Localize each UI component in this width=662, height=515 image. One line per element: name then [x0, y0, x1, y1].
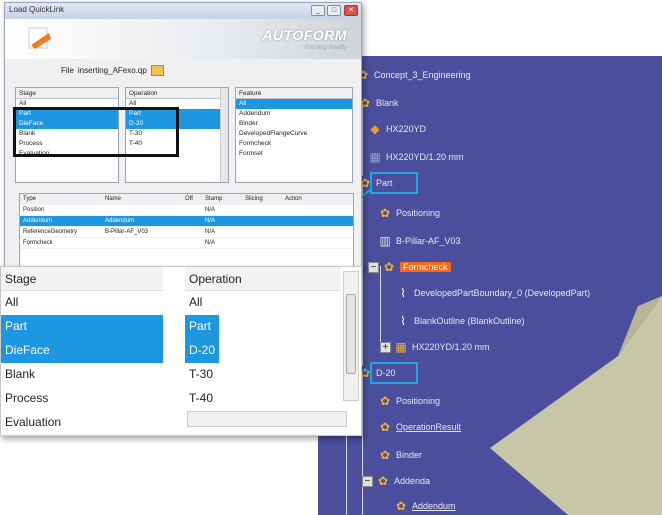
table-cell: Formcheck [23, 240, 53, 246]
list-item[interactable]: Process [1, 387, 163, 411]
list-item[interactable]: DieFace [1, 339, 163, 363]
scrollbar[interactable] [220, 88, 228, 182]
title-bar: Load QuickLink _ □ ✕ [5, 3, 361, 19]
features-table[interactable]: Type Name Off Stamp Slicing Action Posit… [19, 193, 354, 267]
column-header: Off [185, 196, 193, 202]
table-cell: N/A [205, 229, 216, 235]
table-cell: B-Pillar-AF_V03 [105, 229, 149, 235]
list-item[interactable]: Part [185, 315, 219, 339]
column-header: Name [105, 196, 122, 202]
table-cell: Position [23, 207, 45, 213]
file-row: File inserting_AFexo.qp [61, 65, 164, 76]
list-item[interactable]: Binder [236, 119, 352, 129]
table-row[interactable]: Position N/A [20, 205, 353, 216]
table-cell: N/A [205, 240, 216, 246]
list-item[interactable]: Blank [1, 363, 163, 387]
close-button[interactable]: ✕ [344, 5, 358, 16]
scrollbar-thumb[interactable] [346, 294, 356, 374]
feature-list[interactable]: Feature All Addendum Binder DevelopedFla… [235, 87, 353, 183]
list-item[interactable]: Formcheck [236, 139, 352, 149]
list-item[interactable]: All [236, 99, 352, 109]
vertical-scrollbar[interactable] [343, 271, 359, 401]
file-path-field[interactable]: inserting_AFexo.qp [78, 66, 147, 75]
table-cell: Addendum [23, 218, 53, 224]
column-header: Slicing [245, 196, 263, 202]
list-item[interactable]: Evaluation [1, 411, 163, 435]
minimize-button[interactable]: _ [311, 5, 325, 16]
list-item[interactable]: D-20 [185, 339, 219, 363]
operation-header: Operation [126, 88, 228, 99]
list-item[interactable]: All [1, 291, 163, 315]
feature-header: Feature [236, 88, 352, 99]
zoomed-list-callout: Stage All Part DieFace Blank Process Eva… [0, 266, 362, 436]
list-item[interactable]: DevelopedFlangeCurve [236, 129, 352, 139]
maximize-button[interactable]: □ [327, 5, 341, 16]
zoom-stage-list[interactable]: Stage All Part DieFace Blank Process Eva… [1, 267, 163, 435]
list-item[interactable]: Formset [236, 149, 352, 159]
callout-frame [13, 107, 179, 157]
brand-tagline: Forming Reality [304, 45, 347, 51]
file-label: File [61, 66, 74, 75]
list-item[interactable]: Part [1, 315, 163, 339]
table-row[interactable]: Formcheck N/A [20, 238, 353, 249]
column-header: Action [285, 196, 302, 202]
table-header-row: Type Name Off Stamp Slicing Action [20, 194, 353, 205]
list-item[interactable]: Addendum [236, 109, 352, 119]
quicklink-logo-icon [28, 27, 51, 49]
horizontal-scrollbar[interactable] [187, 411, 347, 427]
column-header: Stamp [205, 196, 223, 202]
list-item[interactable]: All [185, 291, 341, 315]
stage-header: Stage [1, 267, 163, 291]
list-item[interactable]: T-40 [185, 387, 341, 411]
list-item[interactable]: T-30 [185, 363, 341, 387]
table-cell: ReferenceGeometry [23, 229, 78, 235]
stage-header: Stage [16, 88, 118, 99]
operation-header: Operation [185, 267, 341, 291]
table-cell: N/A [205, 218, 216, 224]
table-cell: Addendum [105, 218, 135, 224]
table-row[interactable]: Addendum Addendum N/A [20, 216, 353, 227]
dialog-title: Load QuickLink [9, 5, 65, 14]
header-band: AUTOFORM Forming Reality [5, 19, 361, 59]
column-header: Type [23, 196, 37, 202]
table-row[interactable]: ReferenceGeometry B-Pillar-AF_V03 N/A [20, 227, 353, 238]
load-quicklink-dialog: Load QuickLink _ □ ✕ AUTOFORM Forming Re… [4, 2, 362, 270]
folder-icon[interactable] [150, 65, 164, 76]
table-cell: N/A [205, 207, 216, 213]
brand-logo: AUTOFORM [262, 27, 347, 43]
zoom-operation-list[interactable]: Operation All Part D-20 T-30 T-40 [185, 267, 341, 411]
